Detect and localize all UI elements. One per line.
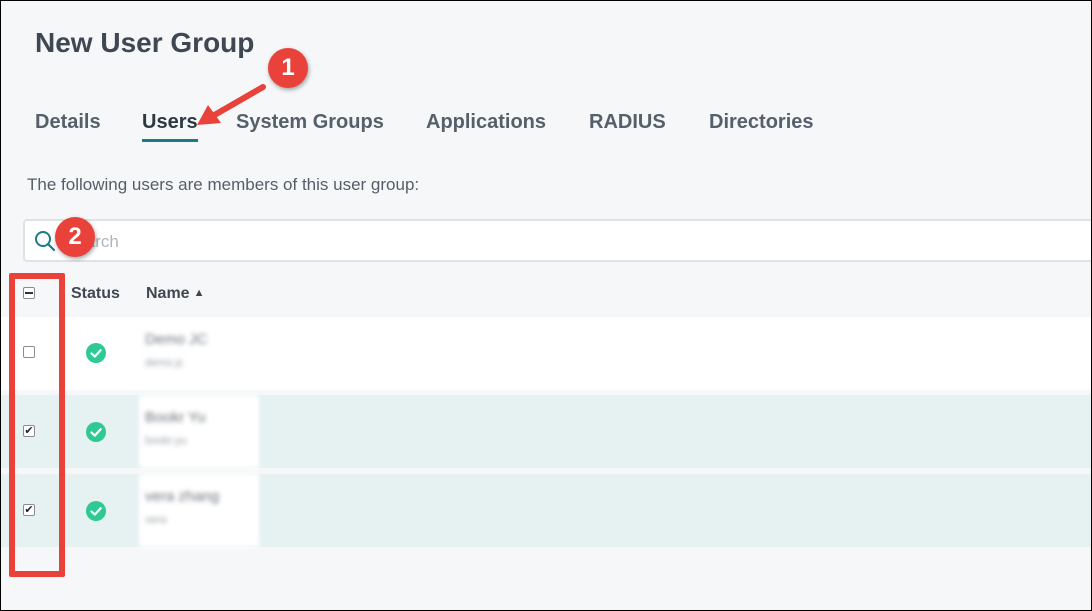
intro-text: The following users are members of this … bbox=[27, 175, 420, 194]
annotation-highlight-box bbox=[9, 273, 65, 577]
tab-radius[interactable]: RADIUS bbox=[589, 111, 666, 134]
tab-directories[interactable]: Directories bbox=[709, 111, 814, 134]
tab-users[interactable]: Users bbox=[142, 111, 198, 142]
annotation-callout-1: 1 bbox=[268, 48, 308, 88]
column-header-status[interactable]: Status bbox=[71, 285, 120, 303]
search-icon bbox=[35, 231, 56, 252]
table-row[interactable]: Bookr Yu bookr.yu bbox=[1, 395, 1091, 468]
name-cell: Demo JC demo.jc bbox=[139, 317, 259, 390]
app-frame: New User Group Details Users System Grou… bbox=[0, 0, 1092, 611]
search-box bbox=[23, 219, 1091, 262]
annotation-callout-2: 2 bbox=[55, 217, 95, 257]
check-circle-icon bbox=[86, 422, 106, 442]
table-row[interactable]: vera zhang vera bbox=[1, 474, 1091, 547]
page-title: New User Group bbox=[35, 27, 255, 58]
caret-up-icon: ▲ bbox=[193, 287, 205, 299]
tab-details[interactable]: Details bbox=[35, 111, 101, 134]
column-header-name[interactable]: Name ▲ bbox=[146, 285, 204, 303]
check-circle-icon bbox=[86, 501, 106, 521]
user-name: Demo JC bbox=[145, 331, 208, 348]
user-name: vera zhang bbox=[145, 488, 220, 505]
annotation-arrow-icon bbox=[197, 84, 266, 125]
column-header-name-label: Name bbox=[146, 285, 190, 302]
name-cell: Bookr Yu bookr.yu bbox=[139, 395, 259, 468]
user-name: Bookr Yu bbox=[145, 409, 206, 426]
table-row[interactable]: Demo JC demo.jc bbox=[1, 317, 1091, 390]
check-circle-icon bbox=[86, 343, 106, 363]
tab-applications[interactable]: Applications bbox=[426, 111, 546, 134]
name-cell: vera zhang vera bbox=[139, 474, 259, 547]
user-username: demo.jc bbox=[145, 357, 184, 369]
user-username: bookr.yu bbox=[145, 435, 187, 447]
search-input[interactable] bbox=[63, 223, 1087, 261]
table-header: Status Name ▲ bbox=[1, 273, 1091, 313]
user-username: vera bbox=[145, 514, 167, 526]
